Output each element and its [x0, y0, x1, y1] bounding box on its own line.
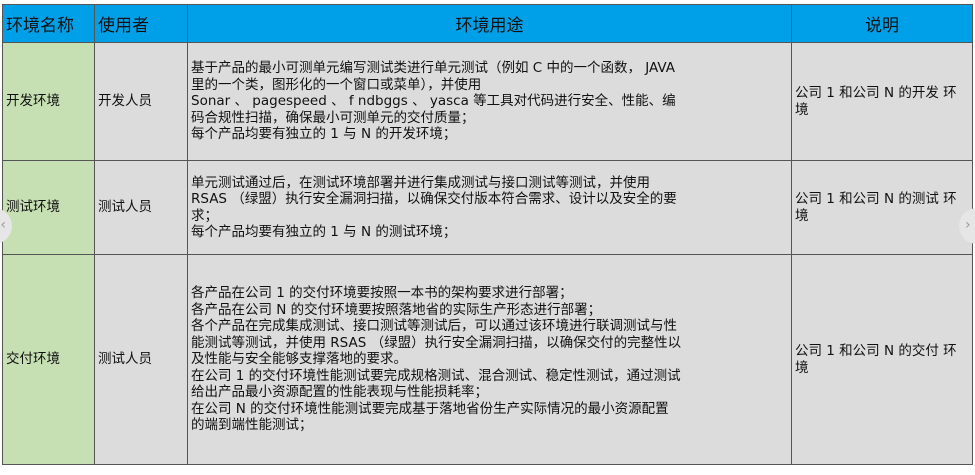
usage-line: 基于产品的最小可测单元编写测试类进行单元测试（例如 C 中的一个函数， JAVA	[191, 60, 676, 77]
usage-line: 给出产品最小资源配置的性能表现与性能损耗率；	[191, 384, 488, 401]
chevron-left-icon: ‹	[0, 217, 6, 233]
table-row: 测试环境 测试人员 单元测试通过后，在测试环境部署并进行集成测试与接口测试等测试…	[2, 160, 973, 255]
table-row: 交付环境 测试人员 各产品在公司 1 的交付环境要按照一本书的架构要求进行部署；…	[2, 254, 973, 465]
environment-table: 环境名称 使用者 环境用途 说明 开发环境 开发人员 基于产品的最小可测单元编写…	[2, 4, 973, 465]
header-user: 使用者	[94, 4, 188, 43]
usage-line: 码合规性扫描，确保最小可测单元的交付质量；	[191, 109, 475, 126]
env-name-cell: 测试环境	[2, 160, 95, 255]
usage-line: 单元测试通过后，在测试环境部署并进行集成测试与接口测试等测试，并使用	[191, 174, 650, 191]
chevron-right-icon: ›	[965, 217, 971, 233]
usage-line: 求；	[191, 207, 218, 224]
usage-line: 各产品在公司 1 的交付环境要按照一本书的架构要求进行部署；	[191, 285, 573, 302]
usage-line: Sonar 、 pagespeed 、 f ndbggs 、 yasca 等工具…	[191, 93, 676, 110]
note-cell: 公司 1 和公司 N 的交付 环境	[791, 254, 973, 465]
usage-line: 里的一个类，图形化的一个窗口或菜单），并使用	[191, 76, 482, 93]
usage-line: 在公司 1 的交付环境性能测试要完成规格测试、混合测试、稳定性测试，通过测试	[191, 367, 681, 384]
header-row: 环境名称 使用者 环境用途 说明	[2, 4, 973, 43]
usage-cell: 基于产品的最小可测单元编写测试类进行单元测试（例如 C 中的一个函数， JAVA…	[187, 42, 792, 161]
env-name-cell: 交付环境	[2, 254, 95, 465]
usage-line: 各产品在公司 N 的交付环境要按照落地省的实际生产形态进行部署；	[191, 301, 602, 318]
usage-line: RSAS （绿盟）执行安全漏洞扫描，以确保交付版本符合需求、设计以及安全的要	[191, 191, 677, 207]
note-line: 公司 1 和公司 N 的交付	[795, 343, 939, 359]
usage-cell: 单元测试通过后，在测试环境部署并进行集成测试与接口测试等测试，并使用 RSAS …	[187, 160, 792, 255]
user-cell: 测试人员	[94, 254, 188, 465]
header-env-name: 环境名称	[2, 4, 95, 43]
usage-line: 每个产品均要有独立的 1 与 N 的测试环境；	[191, 224, 457, 240]
header-usage: 环境用途	[187, 4, 792, 43]
user-cell: 开发人员	[94, 42, 188, 161]
usage-line: 的端到端性能测试；	[191, 417, 313, 434]
usage-cell: 各产品在公司 1 的交付环境要按照一本书的架构要求进行部署； 各产品在公司 N …	[187, 254, 792, 465]
user-cell: 测试人员	[94, 160, 188, 255]
note-cell: 公司 1 和公司 N 的测试 环境	[791, 160, 973, 255]
usage-line: 在公司 N 的交付环境性能测试要完成基于落地省份生产实际情况的最小资源配置	[191, 400, 669, 417]
env-name-cell: 开发环境	[2, 42, 95, 161]
usage-line: 能测试等测试，并使用 RSAS （绿盟）执行安全漏洞扫描，以确保交付的完整性以	[191, 334, 682, 351]
note-line: 公司 1 和公司 N 的开发	[795, 85, 939, 101]
usage-line: 每个产品均要有独立的 1 与 N 的开发环境；	[191, 126, 457, 143]
table-row: 开发环境 开发人员 基于产品的最小可测单元编写测试类进行单元测试（例如 C 中的…	[2, 42, 973, 161]
usage-line: 各个产品在完成集成测试、接口测试等测试后，可以通过该环境进行联调测试与性	[191, 318, 677, 335]
note-cell: 公司 1 和公司 N 的开发 环境	[791, 42, 973, 161]
header-note: 说明	[791, 4, 973, 43]
note-line: 公司 1 和公司 N 的测试	[795, 191, 939, 207]
usage-line: 及性能与安全能够支撑落地的要求。	[191, 351, 407, 368]
